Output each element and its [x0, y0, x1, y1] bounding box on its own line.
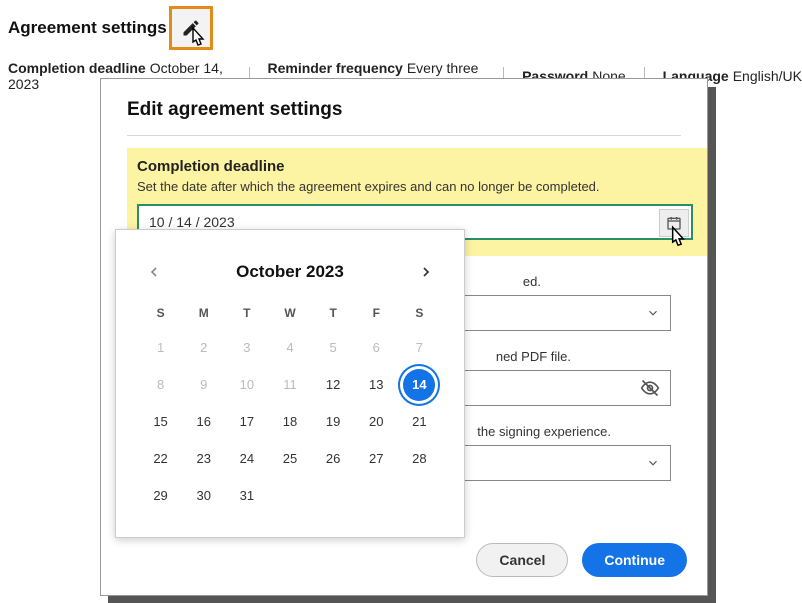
summary-reminder-label: Reminder frequency [267, 60, 402, 76]
modal-title: Edit agreement settings [127, 99, 681, 121]
calendar-day[interactable]: 19 [313, 404, 354, 439]
calendar-dow: S [140, 300, 181, 330]
calendar-day[interactable]: 31 [226, 478, 267, 513]
calendar-day: 5 [313, 330, 354, 365]
calendar-day: 10 [226, 367, 267, 402]
continue-button[interactable]: Continue [582, 543, 687, 577]
page-title-row: Agreement settings [0, 0, 802, 56]
divider [127, 135, 681, 136]
calendar-day: 8 [140, 367, 181, 402]
calendar-day[interactable]: 15 [140, 404, 181, 439]
cancel-button[interactable]: Cancel [476, 543, 568, 577]
calendar-day: 4 [269, 330, 310, 365]
calendar-dow: T [226, 300, 267, 330]
open-calendar-button[interactable] [659, 209, 689, 237]
calendar-day[interactable]: 23 [183, 441, 224, 476]
calendar-day[interactable]: 13 [356, 367, 397, 402]
chevron-down-icon [646, 456, 660, 470]
calendar-dow: M [183, 300, 224, 330]
calendar-dow: S [399, 300, 440, 330]
calendar-day: 2 [183, 330, 224, 365]
prev-month-button[interactable] [140, 258, 168, 286]
calendar-day: 9 [183, 367, 224, 402]
pencil-icon [172, 9, 210, 47]
calendar-day: 1 [140, 330, 181, 365]
calendar-day[interactable]: 25 [269, 441, 310, 476]
calendar-day: 6 [356, 330, 397, 365]
calendar-day[interactable]: 18 [269, 404, 310, 439]
calendar-day: 11 [269, 367, 310, 402]
calendar-day[interactable]: 27 [356, 441, 397, 476]
eye-off-icon[interactable] [640, 378, 660, 398]
edit-agreement-modal: Edit agreement settings Completion deadl… [100, 78, 708, 596]
calendar-day[interactable]: 21 [399, 404, 440, 439]
deadline-date-value: 10 / 14 / 2023 [149, 214, 235, 230]
calendar-dow: F [356, 300, 397, 330]
edit-settings-button[interactable] [169, 6, 213, 50]
calendar-day[interactable]: 16 [183, 404, 224, 439]
date-picker-popup: October 2023 SMTWTFS 1234567891011121314… [115, 229, 465, 538]
summary-language-value: English/UK [733, 68, 802, 84]
calendar-day[interactable]: 26 [313, 441, 354, 476]
deadline-title: Completion deadline [137, 158, 693, 175]
modal-button-row: Cancel Continue [476, 543, 687, 577]
calendar-icon [666, 215, 682, 231]
deadline-desc: Set the date after which the agreement e… [137, 179, 693, 194]
calendar-day[interactable]: 20 [356, 404, 397, 439]
calendar-day[interactable]: 30 [183, 478, 224, 513]
calendar-day: 3 [226, 330, 267, 365]
next-month-button[interactable] [412, 258, 440, 286]
calendar-dow: T [313, 300, 354, 330]
calendar-day[interactable]: 28 [399, 441, 440, 476]
calendar-dow: W [269, 300, 310, 330]
calendar-day[interactable]: 17 [226, 404, 267, 439]
calendar-day[interactable]: 22 [140, 441, 181, 476]
calendar-day[interactable]: 29 [140, 478, 181, 513]
calendar-day: 7 [399, 330, 440, 365]
calendar-day-selected[interactable]: 14 [403, 369, 435, 401]
chevron-down-icon [646, 306, 660, 320]
page-title: Agreement settings [8, 18, 167, 38]
summary-completion-label: Completion deadline [8, 60, 146, 76]
calendar-day[interactable]: 12 [313, 367, 354, 402]
calendar-day[interactable]: 24 [226, 441, 267, 476]
calendar-month-label: October 2023 [236, 262, 344, 282]
